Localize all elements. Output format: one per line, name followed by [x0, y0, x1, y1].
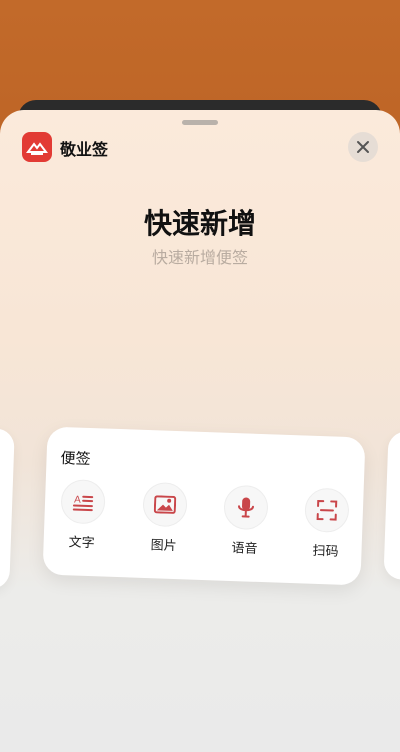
close-button[interactable] [348, 132, 378, 162]
image-icon [142, 481, 188, 528]
text-icon: A [60, 479, 106, 525]
action-label: 扫码 [312, 543, 339, 560]
action-label: 语音 [231, 540, 258, 557]
action-label: 图片 [150, 538, 177, 555]
side-card-left[interactable] [0, 426, 15, 590]
app-name: 敬业签 [60, 140, 109, 159]
svg-text:A: A [74, 494, 81, 505]
notes-card: 便签 A 文字 图片 语音 扫码 [42, 426, 366, 586]
microphone-icon [223, 484, 269, 531]
action-image[interactable]: 图片 [131, 481, 197, 555]
page-subtitle: 快速新增便签 [151, 248, 248, 267]
action-list: A 文字 图片 语音 扫码 [43, 478, 364, 569]
side-card-right[interactable] [383, 430, 400, 582]
scan-icon [304, 487, 350, 534]
close-icon [357, 141, 369, 153]
page-title: 快速新增 [143, 207, 256, 240]
action-voice[interactable]: 语音 [212, 484, 278, 557]
app-logo-icon [22, 132, 52, 162]
sheet-grabber[interactable] [182, 120, 218, 125]
action-text[interactable]: A 文字 [49, 479, 115, 552]
action-label: 文字 [68, 535, 95, 552]
card-title: 便签 [60, 448, 91, 469]
quick-add-sheet: 敬业签 快速新增 快速新增便签 便签 A 文字 图片 语音 扫码 [0, 110, 400, 752]
action-scan[interactable]: 扫码 [293, 487, 359, 560]
